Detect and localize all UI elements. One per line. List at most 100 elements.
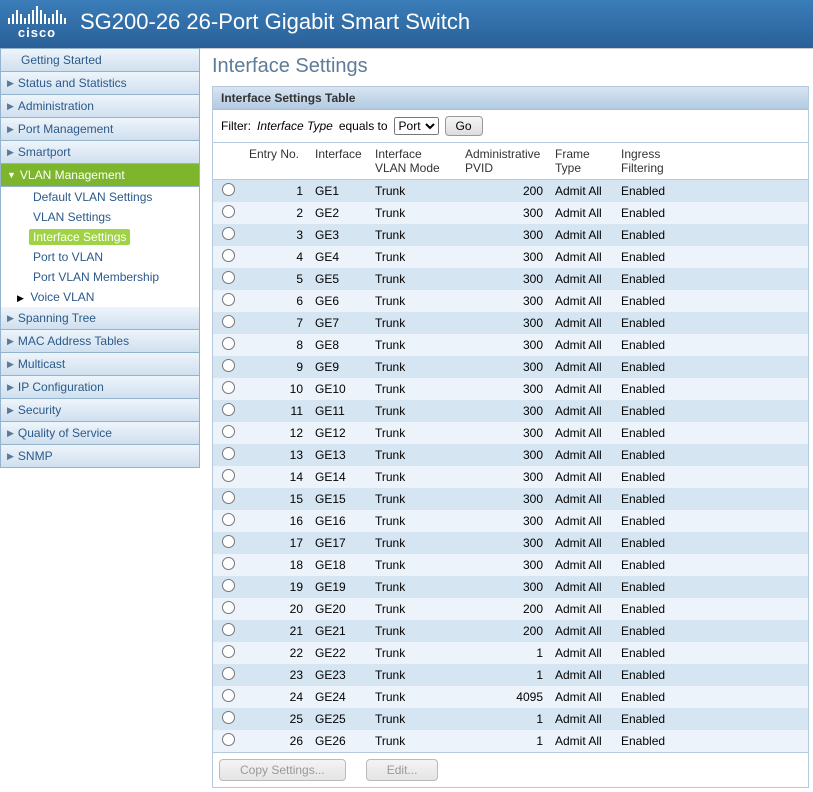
row-radio[interactable] xyxy=(222,579,235,592)
row-radio[interactable] xyxy=(222,667,235,680)
row-radio[interactable] xyxy=(222,293,235,306)
cell-mode: Trunk xyxy=(369,620,459,642)
sidebar-item-snmp[interactable]: ▶SNMP xyxy=(0,445,200,468)
go-button[interactable]: Go xyxy=(445,116,483,136)
row-radio[interactable] xyxy=(222,359,235,372)
cell-entry: 14 xyxy=(243,466,309,488)
sidebar-subitem-port-to-vlan[interactable]: Port to VLAN xyxy=(29,249,107,265)
row-radio[interactable] xyxy=(222,733,235,746)
table-row: 10GE10Trunk300Admit AllEnabled xyxy=(213,378,808,400)
sidebar-item-security[interactable]: ▶Security xyxy=(0,399,200,422)
cell-entry: 2 xyxy=(243,202,309,224)
col-interface: Interface xyxy=(309,143,369,180)
cell-interface: GE22 xyxy=(309,642,369,664)
row-radio[interactable] xyxy=(222,381,235,394)
table-row: 22GE22Trunk1Admit AllEnabled xyxy=(213,642,808,664)
col-ingress: IngressFiltering xyxy=(615,143,681,180)
cell-ingress: Enabled xyxy=(615,532,681,554)
row-radio[interactable] xyxy=(222,249,235,262)
table-row: 9GE9Trunk300Admit AllEnabled xyxy=(213,356,808,378)
table-row: 16GE16Trunk300Admit AllEnabled xyxy=(213,510,808,532)
sidebar-item-spanning-tree[interactable]: ▶Spanning Tree xyxy=(0,307,200,330)
cell-ingress: Enabled xyxy=(615,290,681,312)
app-header: cisco SG200-26 26-Port Gigabit Smart Swi… xyxy=(0,0,813,48)
sidebar-item-label: SNMP xyxy=(18,449,53,463)
row-radio[interactable] xyxy=(222,447,235,460)
col-frame: FrameType xyxy=(549,143,615,180)
filter-bar: Filter: Interface Type equals to Port Go xyxy=(213,110,808,143)
interface-table: Entry No. Interface InterfaceVLAN Mode A… xyxy=(213,143,808,752)
sidebar-item-getting-started[interactable]: Getting Started xyxy=(0,48,200,72)
cell-ingress: Enabled xyxy=(615,488,681,510)
sidebar-item-status-and-statistics[interactable]: ▶Status and Statistics xyxy=(0,72,200,95)
cell-entry: 17 xyxy=(243,532,309,554)
cell-frame: Admit All xyxy=(549,246,615,268)
table-row: 24GE24Trunk4095Admit AllEnabled xyxy=(213,686,808,708)
cell-interface: GE2 xyxy=(309,202,369,224)
interface-type-select[interactable]: Port xyxy=(394,117,439,135)
cell-interface: GE20 xyxy=(309,598,369,620)
cell-ingress: Enabled xyxy=(615,708,681,730)
cell-interface: GE26 xyxy=(309,730,369,752)
sidebar-item-port-management[interactable]: ▶Port Management xyxy=(0,118,200,141)
cell-ingress: Enabled xyxy=(615,642,681,664)
row-radio[interactable] xyxy=(222,535,235,548)
row-radio[interactable] xyxy=(222,337,235,350)
row-radio[interactable] xyxy=(222,469,235,482)
row-radio[interactable] xyxy=(222,513,235,526)
row-radio[interactable] xyxy=(222,645,235,658)
cell-entry: 18 xyxy=(243,554,309,576)
sidebar-subitem-interface-settings[interactable]: Interface Settings xyxy=(29,229,130,245)
cell-interface: GE25 xyxy=(309,708,369,730)
table-row: 7GE7Trunk300Admit AllEnabled xyxy=(213,312,808,334)
copy-settings-button[interactable]: Copy Settings... xyxy=(219,759,346,781)
table-row: 15GE15Trunk300Admit AllEnabled xyxy=(213,488,808,510)
sidebar-item-label: Port Management xyxy=(18,122,113,136)
page-title: Interface Settings xyxy=(212,55,809,78)
row-radio[interactable] xyxy=(222,557,235,570)
row-radio[interactable] xyxy=(222,425,235,438)
sidebar-item-vlan-management[interactable]: ▼VLAN Management xyxy=(0,164,200,187)
row-radio[interactable] xyxy=(222,271,235,284)
row-radio[interactable] xyxy=(222,315,235,328)
cell-mode: Trunk xyxy=(369,532,459,554)
cell-pvid: 1 xyxy=(459,730,549,752)
row-radio[interactable] xyxy=(222,623,235,636)
sidebar-item-mac-address-tables[interactable]: ▶MAC Address Tables xyxy=(0,330,200,353)
sidebar-subitem-default-vlan-settings[interactable]: Default VLAN Settings xyxy=(29,189,156,205)
sidebar-item-smartport[interactable]: ▶Smartport xyxy=(0,141,200,164)
edit-button[interactable]: Edit... xyxy=(366,759,439,781)
table-row: 6GE6Trunk300Admit AllEnabled xyxy=(213,290,808,312)
sidebar-item-quality-of-service[interactable]: ▶Quality of Service xyxy=(0,422,200,445)
cell-interface: GE24 xyxy=(309,686,369,708)
row-radio[interactable] xyxy=(222,227,235,240)
sidebar-subitem-vlan-settings[interactable]: VLAN Settings xyxy=(29,209,115,225)
row-radio[interactable] xyxy=(222,491,235,504)
row-radio[interactable] xyxy=(222,711,235,724)
sidebar-subitem-voice-vlan[interactable]: Voice VLAN xyxy=(26,289,98,305)
sidebar-item-ip-configuration[interactable]: ▶IP Configuration xyxy=(0,376,200,399)
sidebar-item-label: MAC Address Tables xyxy=(18,334,129,348)
sidebar: Getting Started▶Status and Statistics▶Ad… xyxy=(0,48,200,792)
table-row: 18GE18Trunk300Admit AllEnabled xyxy=(213,554,808,576)
cell-entry: 1 xyxy=(243,180,309,203)
cell-entry: 7 xyxy=(243,312,309,334)
sidebar-item-multicast[interactable]: ▶Multicast xyxy=(0,353,200,376)
cisco-text: cisco xyxy=(18,25,56,40)
sidebar-item-administration[interactable]: ▶Administration xyxy=(0,95,200,118)
cisco-bars-icon xyxy=(8,4,66,24)
cell-frame: Admit All xyxy=(549,664,615,686)
sidebar-item-label: Smartport xyxy=(18,145,71,159)
content-area: Interface Settings Interface Settings Ta… xyxy=(200,48,813,792)
cell-mode: Trunk xyxy=(369,488,459,510)
sidebar-subitem-port-vlan-membership[interactable]: Port VLAN Membership xyxy=(29,269,163,285)
row-radio[interactable] xyxy=(222,403,235,416)
row-radio[interactable] xyxy=(222,205,235,218)
row-radio[interactable] xyxy=(222,689,235,702)
row-radio[interactable] xyxy=(222,183,235,196)
cell-entry: 8 xyxy=(243,334,309,356)
row-radio[interactable] xyxy=(222,601,235,614)
cell-entry: 25 xyxy=(243,708,309,730)
cell-entry: 15 xyxy=(243,488,309,510)
cell-mode: Trunk xyxy=(369,334,459,356)
